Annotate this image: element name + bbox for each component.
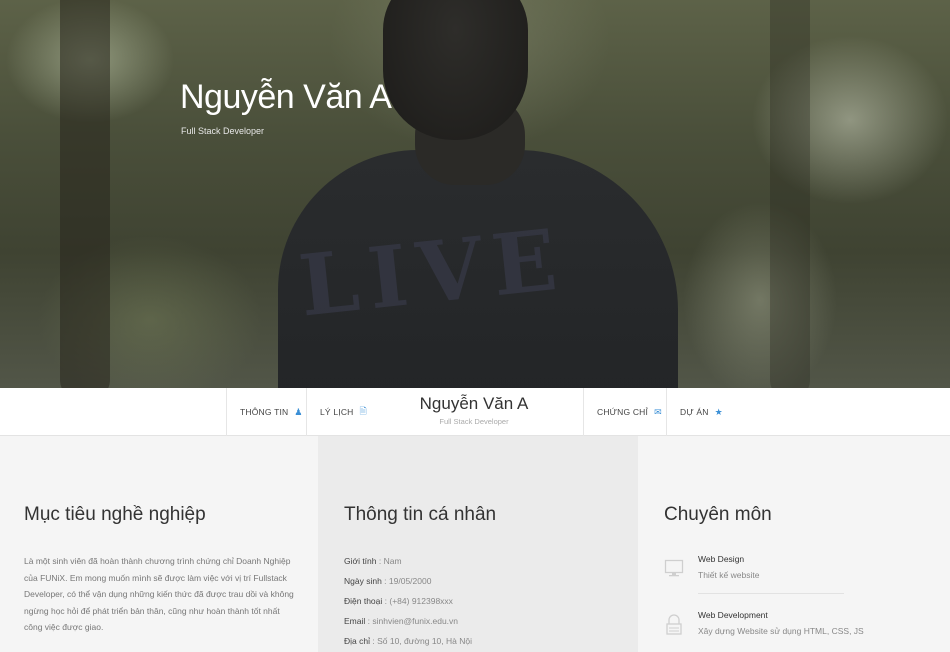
user-icon: ♟: [294, 406, 303, 417]
info-row-birthday: Ngày sinh : 19/05/2000: [344, 576, 432, 586]
skills-heading: Chuyên môn: [664, 504, 772, 525]
info-key: Điện thoại: [344, 596, 383, 606]
personal-info-section: Thông tin cá nhân Giới tính : Nam Ngày s…: [318, 436, 638, 652]
nav-divider: [226, 388, 227, 436]
objective-section: Mục tiêu nghề nghiệp Là một sinh viên đã…: [0, 436, 318, 652]
nav-label: THÔNG TIN: [240, 407, 289, 417]
nav-label: DỰ ÁN: [680, 407, 709, 417]
person-head: [383, 0, 528, 140]
nav-label: CHỨNG CHỈ: [597, 407, 649, 417]
objective-text: Là một sinh viên đã hoàn thành chương tr…: [24, 556, 294, 632]
info-value: 19/05/2000: [388, 576, 432, 586]
skill-divider: [698, 593, 844, 594]
nav-label: LÝ LỊCH: [320, 407, 354, 417]
skill-desc: Thiết kế website: [698, 570, 760, 580]
objective-heading: Mục tiêu nghề nghiệp: [24, 504, 206, 525]
tree-trunk: [770, 0, 810, 388]
info-key: Ngày sinh: [344, 576, 382, 586]
nav-item-du-an[interactable]: DỰ ÁN ★: [680, 388, 723, 436]
tree-trunk: [60, 0, 110, 388]
info-row-gender: Giới tính : Nam: [344, 556, 402, 566]
info-row-phone: Điện thoại : (+84) 912398xxx: [344, 596, 453, 606]
nav-divider: [666, 388, 667, 436]
nav-divider: [583, 388, 584, 436]
nav-divider: [306, 388, 307, 436]
main-nav: THÔNG TIN ♟ LÝ LỊCH 🗎 Nguyễn Văn A Full …: [0, 388, 950, 436]
hero-name: Nguyễn Văn A: [180, 78, 392, 116]
info-value: sinhvien@funix.edu.vn: [372, 616, 459, 626]
hero-banner: LIVE Nguyễn Văn A Full Stack Developer: [0, 0, 950, 388]
nav-brand-subtitle: Full Stack Developer: [439, 417, 509, 426]
envelope-icon: ✉: [654, 406, 662, 417]
skill-title: Web Design: [698, 554, 745, 564]
info-key: Địa chỉ: [344, 636, 370, 646]
info-key: Email: [344, 616, 366, 626]
document-icon: 🗎: [359, 406, 367, 416]
info-row-email: Email : sinhvien@funix.edu.vn: [344, 616, 459, 626]
star-icon: ★: [714, 406, 723, 417]
nav-item-ly-lich[interactable]: LÝ LỊCH 🗎: [320, 388, 367, 436]
lock-icon: [664, 614, 684, 636]
personal-info-heading: Thông tin cá nhân: [344, 504, 497, 525]
info-value: Số 10, đường 10, Hà Nội: [377, 636, 472, 646]
nav-item-thong-tin[interactable]: THÔNG TIN ♟: [240, 388, 303, 436]
skill-desc: Xây dựng Website sử dụng HTML, CSS, JS: [698, 626, 864, 636]
hero-subtitle: Full Stack Developer: [181, 126, 265, 136]
monitor-icon: [664, 558, 684, 580]
skill-title: Web Development: [698, 610, 768, 620]
skills-section: Chuyên môn Web Design Thiết kế website W…: [638, 436, 950, 652]
info-key: Giới tính: [344, 556, 377, 566]
nav-brand-name[interactable]: Nguyễn Văn A: [415, 394, 533, 414]
info-row-address: Địa chỉ : Số 10, đường 10, Hà Nội: [344, 636, 472, 646]
info-value: Nam: [383, 556, 402, 566]
nav-item-chung-chi[interactable]: CHỨNG CHỈ ✉: [597, 388, 662, 436]
info-value: (+84) 912398xxx: [389, 596, 453, 606]
personal-info-list: Giới tính : Nam Ngày sinh : 19/05/2000 Đ…: [344, 553, 472, 652]
